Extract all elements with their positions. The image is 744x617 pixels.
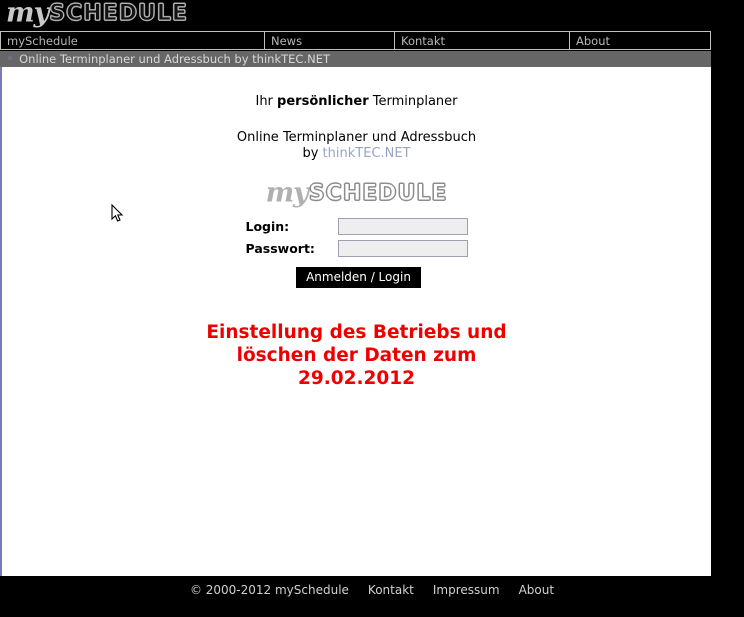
footer-link-kontakt[interactable]: Kontakt [368,583,414,597]
logo-my-text: my [6,0,49,29]
password-row: Passwort: [245,239,468,257]
subtitle-line-1: Online Terminplaner und Adressbuch [236,130,477,145]
nav-item-kontakt[interactable]: Kontakt [395,32,570,49]
thinktec-link[interactable]: thinkTEC.NET [323,146,411,161]
center-logo-my-text: my [265,177,309,209]
subtitle-by-text: by [302,146,323,161]
login-form: Login: Passwort: Anmelden / Login [245,217,468,288]
shutdown-notice: Einstellung des Betriebs und löschen der… [2,321,711,390]
nav-item-label: Kontakt [401,33,446,48]
breadcrumb: » Online Terminplaner und Adressbuch by … [0,51,711,67]
subtitle-line-2: by thinkTEC.NET [2,146,711,162]
page-footer: © 2000-2012 mySchedule Kontakt Impressum… [0,576,744,617]
center-logo: mySCHEDULE [2,180,711,207]
logo-schedule-text: SCHEDULE [49,0,188,26]
chevron-right-icon: » [7,53,14,64]
nav-item-label: mySchedule [7,33,78,48]
nav-item-news[interactable]: News [265,32,395,49]
login-input[interactable] [337,217,468,235]
tagline-emphasis: persönlicher [277,94,369,109]
main-content: Ihr persönlicher Terminplaner Online Ter… [0,67,711,576]
submit-row: Anmelden / Login [246,266,468,288]
nav-item-about[interactable]: About [570,32,711,49]
main-navigation: mySchedule News Kontakt About [0,31,711,50]
nav-item-label: About [576,33,611,48]
page-tagline: Ihr persönlicher Terminplaner [2,94,711,109]
tagline-pre: Ihr [255,94,278,109]
site-logo: mySCHEDULE [6,0,188,29]
footer-link-about[interactable]: About [519,583,554,597]
password-input[interactable] [337,239,468,257]
tagline-post: Terminplaner [368,94,458,109]
top-banner: mySCHEDULE [0,0,744,30]
footer-copyright: © 2000-2012 mySchedule [189,583,349,597]
content-column: Ihr persönlicher Terminplaner Online Ter… [2,94,711,390]
notice-line-2: löschen der Daten zum [236,344,477,366]
footer-link-impressum[interactable]: Impressum [433,583,500,597]
notice-line-3: 29.02.2012 [297,367,416,389]
login-row: Login: [245,217,468,235]
login-submit-button[interactable]: Anmelden / Login [296,266,421,288]
nav-item-myschedule[interactable]: mySchedule [0,32,265,49]
notice-line-1: Einstellung des Betriebs und [206,321,507,343]
login-label: Login: [245,218,290,234]
center-logo-schedule-text: SCHEDULE [308,180,448,206]
nav-item-label: News [271,33,303,48]
password-label: Passwort: [245,240,315,256]
breadcrumb-label: Online Terminplaner und Adressbuch by th… [19,52,330,66]
page-subtitle: Online Terminplaner und Adressbuch by th… [2,130,711,162]
